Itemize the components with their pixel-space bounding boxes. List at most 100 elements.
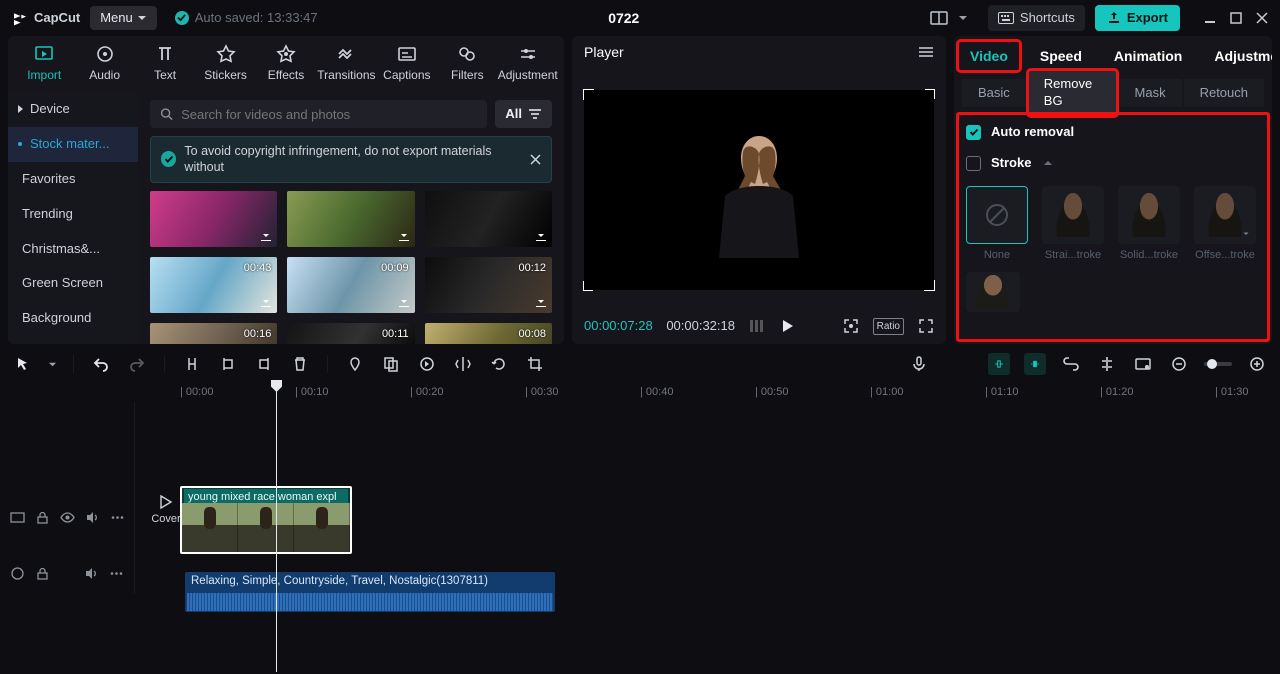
player-viewport[interactable] <box>584 90 934 290</box>
zoom-in-icon[interactable] <box>1246 353 1268 375</box>
inspector-tab-speed[interactable]: Speed <box>1028 41 1094 71</box>
delete-tool[interactable] <box>289 353 311 375</box>
subtab-retouch[interactable]: Retouch <box>1184 79 1264 108</box>
play-button[interactable] <box>779 318 795 334</box>
media-tab-import[interactable]: Import <box>14 43 74 84</box>
reverse-tool[interactable] <box>416 353 438 375</box>
pointer-tool[interactable] <box>12 353 34 375</box>
stroke-option-1[interactable]: Strai...troke <box>1042 186 1104 262</box>
maximize-button[interactable] <box>1230 12 1242 24</box>
stock-thumb[interactable]: 00:11 <box>287 323 414 345</box>
zoom-out-icon[interactable] <box>1168 353 1190 375</box>
media-tab-text[interactable]: Text <box>135 43 195 84</box>
category-favorites[interactable]: Favorites <box>8 162 138 197</box>
audio-clip[interactable]: Relaxing, Simple, Countryside, Travel, N… <box>185 572 555 612</box>
playhead[interactable] <box>276 382 277 672</box>
checkbox-off-icon[interactable] <box>966 156 981 171</box>
category-intro-end[interactable]: Intro&End <box>8 336 138 344</box>
subtab-basic[interactable]: Basic <box>962 79 1026 108</box>
stock-thumb[interactable]: 00:43 <box>150 257 277 313</box>
auto-removal-row[interactable]: Auto removal <box>966 124 1260 141</box>
stock-thumb[interactable]: 00:12 <box>425 257 552 313</box>
video-clip[interactable]: young mixed race woman expl <box>180 486 352 554</box>
undo-button[interactable] <box>90 353 112 375</box>
zoom-slider[interactable] <box>1204 362 1232 366</box>
marker-tool[interactable] <box>344 353 366 375</box>
crop-tool[interactable] <box>524 353 546 375</box>
media-tab-effects[interactable]: Effects <box>256 43 316 84</box>
ratio-button[interactable]: Ratio <box>873 318 904 335</box>
download-icon[interactable] <box>397 295 411 309</box>
trim-right-tool[interactable] <box>253 353 275 375</box>
category-device[interactable]: Device <box>8 92 138 127</box>
columns-icon[interactable] <box>749 318 765 334</box>
stroke-option-2[interactable]: Solid...troke <box>1118 186 1180 262</box>
stock-thumb[interactable]: 00:08 <box>425 323 552 345</box>
volume-icon[interactable] <box>85 510 100 525</box>
download-icon[interactable] <box>534 295 548 309</box>
close-button[interactable] <box>1256 12 1268 24</box>
more-icon[interactable] <box>110 510 125 525</box>
media-tab-captions[interactable]: Captions <box>377 43 437 84</box>
category-green-screen[interactable]: Green Screen <box>8 266 138 301</box>
fullframe-icon[interactable] <box>843 318 859 334</box>
magnet-track-icon[interactable] <box>1024 353 1046 375</box>
category-stock-mater-[interactable]: Stock mater... <box>8 127 138 162</box>
split-tool[interactable] <box>181 353 203 375</box>
mirror-tool[interactable] <box>452 353 474 375</box>
inspector-tab-video[interactable]: Video <box>958 41 1020 71</box>
fullscreen-icon[interactable] <box>918 318 934 334</box>
stroke-option-3[interactable]: Offse...troke <box>1194 186 1256 262</box>
stock-thumb[interactable] <box>287 191 414 247</box>
preview-toggle-icon[interactable] <box>1132 353 1154 375</box>
stock-thumb[interactable]: 00:16 <box>150 323 277 345</box>
shortcuts-button[interactable]: Shortcuts <box>988 5 1085 32</box>
download-icon[interactable] <box>259 295 273 309</box>
category-background[interactable]: Background <box>8 301 138 336</box>
chevron-down-icon[interactable] <box>958 13 968 23</box>
export-button[interactable]: Export <box>1095 5 1180 32</box>
download-icon[interactable] <box>397 229 411 243</box>
lock-icon[interactable] <box>35 566 50 581</box>
trim-left-tool[interactable] <box>217 353 239 375</box>
stock-thumb[interactable] <box>425 191 552 247</box>
inspector-tab-adjustment[interactable]: Adjustment <box>1202 41 1272 71</box>
eye-icon[interactable] <box>60 510 75 525</box>
inspector-tab-animation[interactable]: Animation <box>1102 41 1194 71</box>
minimize-button[interactable] <box>1204 12 1216 24</box>
layout-icon[interactable] <box>930 11 948 25</box>
stock-thumb[interactable]: 00:09 <box>287 257 414 313</box>
chevron-down-icon[interactable] <box>48 360 57 369</box>
download-icon[interactable] <box>534 229 548 243</box>
checkbox-on-icon[interactable] <box>966 125 981 140</box>
more-icon[interactable] <box>109 566 124 581</box>
subtab-mask[interactable]: Mask <box>1119 79 1182 108</box>
volume-icon[interactable] <box>84 566 99 581</box>
player-menu-icon[interactable] <box>918 46 934 58</box>
search-input-wrap[interactable] <box>150 100 487 128</box>
category-christmas-[interactable]: Christmas&... <box>8 232 138 267</box>
align-icon[interactable] <box>1096 353 1118 375</box>
stroke-row[interactable]: Stroke <box>966 155 1260 172</box>
lock-icon[interactable] <box>35 510 50 525</box>
download-icon[interactable] <box>259 229 273 243</box>
magnet-main-icon[interactable] <box>988 353 1010 375</box>
stroke-extra-thumb[interactable] <box>966 272 1020 312</box>
stock-thumb[interactable] <box>150 191 277 247</box>
copy-tool[interactable] <box>380 353 402 375</box>
filter-all-button[interactable]: All <box>495 100 552 128</box>
link-icon[interactable] <box>1060 353 1082 375</box>
track-collapse-icon[interactable] <box>10 510 25 525</box>
category-trending[interactable]: Trending <box>8 197 138 232</box>
rotate-tool[interactable] <box>488 353 510 375</box>
media-tab-audio[interactable]: Audio <box>74 43 134 84</box>
redo-button[interactable] <box>126 353 148 375</box>
track-collapse-icon[interactable] <box>10 566 25 581</box>
media-tab-transitions[interactable]: Transitions <box>316 43 376 84</box>
media-tab-adjustment[interactable]: Adjustment <box>498 43 558 84</box>
media-tab-filters[interactable]: Filters <box>437 43 497 84</box>
menu-button[interactable]: Menu <box>90 6 157 31</box>
mic-icon[interactable] <box>908 353 930 375</box>
search-input[interactable] <box>181 107 477 122</box>
media-tab-stickers[interactable]: Stickers <box>195 43 255 84</box>
